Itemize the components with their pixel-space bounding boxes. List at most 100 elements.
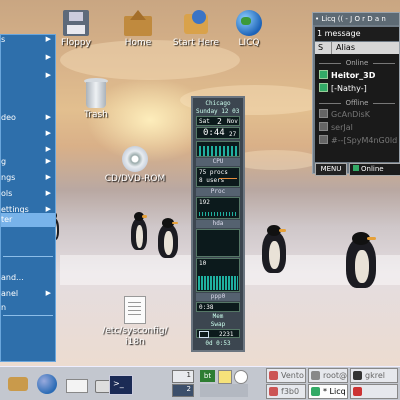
offline-status-icon [319,109,328,118]
submenu-arrow-icon: ▶ [45,173,51,181]
gk-day: Sat [199,118,210,125]
menu-button[interactable]: MENU [315,163,347,176]
task-button-active[interactable]: * Licq [308,384,348,399]
submenu-arrow-icon: ▶ [45,205,51,213]
mail-button[interactable] [62,371,90,397]
contact-online[interactable]: [-Nathy-] [319,83,399,95]
gk-calendar: Sat 2 Nov [196,116,240,126]
licq-bottom-bar: MENU Online [315,163,400,176]
workspace-1[interactable]: 1 [172,370,194,383]
penguin [346,232,376,292]
start-menu-item[interactable]: ter [1,213,55,227]
task-button[interactable]: root@ [308,368,348,383]
app-icon [353,371,362,380]
globe-icon [236,10,262,36]
menu-item-label: ngs [1,173,16,182]
column-status[interactable]: S [318,42,323,54]
group-offline: Offline [315,98,399,108]
licq-icon [311,387,320,396]
message-count-bar[interactable]: 1 message [315,27,399,41]
start-menu-item[interactable]: ▶ [1,127,55,141]
submenu-arrow-icon: ▶ [45,129,51,137]
gk-location: Chicago [205,100,231,107]
task-button[interactable]: f3b0 [266,384,306,399]
gk-net-value: 10 [199,260,207,267]
notes-icon[interactable] [218,370,232,384]
gk-procs-graph: 75 procs 8 users [196,167,240,187]
main-menu-button[interactable] [4,371,32,397]
workspace-2[interactable]: 2 [172,384,194,397]
start-menu-item[interactable]: ols ▶ [1,187,55,201]
submenu-arrow-icon: ▶ [45,189,51,197]
desktop-icon-label: LICQ [238,38,260,48]
applet-row2 [200,384,248,397]
web-browser-button[interactable] [33,371,61,397]
start-menu-item[interactable]: ▶ [1,51,55,65]
start-menu-item[interactable]: ▶ [1,69,55,83]
app-icon [353,387,362,396]
start-menu: s ▶ ▶ ▶ deo ▶ ▶ ▶ g ▶ ngs ▶ ols ▶ ettings ▶ ter and... ane… [0,34,56,362]
gk-disk-graph [196,229,240,257]
group-online: Online [315,58,399,68]
column-alias[interactable]: Alias [331,42,355,54]
desktop-icon-label: CD/DVD-ROM [104,174,166,184]
desktop-icon-i18n[interactable]: /etc/sysconfig/ i18n [100,296,170,348]
bottom-panel: >_ 1 2 bt Vento root@ gkrel f3b0 * Licq [0,366,400,400]
gk-proc-graph: 192 [196,197,240,219]
task-button[interactable]: gkrel [350,368,398,383]
start-menu-item[interactable]: deo ▶ [1,111,55,125]
gk-net-graph: 10 [196,258,240,292]
text-file-icon [124,296,146,324]
gk-seconds: 27 [229,131,237,138]
cdrom-icon [122,146,148,172]
submenu-arrow-icon: ▶ [45,71,51,79]
terminal-button[interactable]: >_ [105,371,135,397]
web-browser-icon [37,374,57,394]
mail-icon [199,331,209,338]
menu-item-label: ter [1,215,13,224]
window-title[interactable]: • Licq (( - J O r D a n [313,13,399,25]
gk-proc-value: 192 [199,199,210,206]
gk-disk-label: hda [196,220,240,228]
start-menu-item[interactable]: ngs ▶ [1,171,55,185]
desktop-icon-cdrom[interactable]: CD/DVD-ROM [103,146,167,184]
desktop-background: Floppy Home Start Here LICQ Trash CD/DVD… [0,0,400,366]
contact-online[interactable]: Heitor_3D [319,70,399,82]
gk-net-label: ppp0 [196,293,240,301]
task-button[interactable] [350,384,398,399]
desktop-icon-home[interactable]: Home [106,10,170,48]
status-selector[interactable]: Online [349,163,400,176]
applet-bt[interactable]: bt [200,370,215,382]
contact-list: S Alias Online Heitor_3D [-Nathy-] Offli… [315,42,399,162]
submenu-arrow-icon: ▶ [45,289,51,297]
clock-icon[interactable] [234,370,248,384]
gk-date-line: Sunday 12 03 14 [196,108,240,115]
start-menu-item[interactable]: s ▶ [1,33,55,47]
contact-list-header: S Alias [315,42,399,54]
desktop-icon-trash[interactable]: Trash [64,78,128,120]
start-menu-item[interactable]: anel ▶ [1,287,55,301]
menu-item-label: and... [1,273,24,282]
menu-item-label: deo [1,113,16,122]
penguin [131,212,147,254]
gk-clock: 0:44 27 [196,127,240,139]
start-menu-item[interactable]: and... [1,271,55,285]
terminal-icon [311,371,320,380]
trash-icon [84,78,108,108]
menu-item-label: ols [1,189,13,198]
contact-offline[interactable]: #--[SpyM4nG0ld [319,135,399,147]
menu-separator [3,256,53,257]
task-button[interactable]: Vento [266,368,306,383]
gk-proc-label: Proc [196,188,240,196]
start-here-icon [182,10,210,36]
licq-window[interactable]: • Licq (( - J O r D a n 1 message S Alia… [312,12,400,176]
offline-status-icon [319,135,328,144]
contact-offline[interactable]: GcAnDisK [319,109,399,121]
app-icon [269,371,278,380]
start-menu-item[interactable]: n [1,301,55,315]
contact-offline[interactable]: serJal [319,122,399,134]
online-status-icon [319,83,328,92]
online-status-icon [319,70,328,79]
desktop-icon-licq[interactable]: LICQ [217,10,281,48]
start-menu-item[interactable]: g ▶ [1,155,55,169]
